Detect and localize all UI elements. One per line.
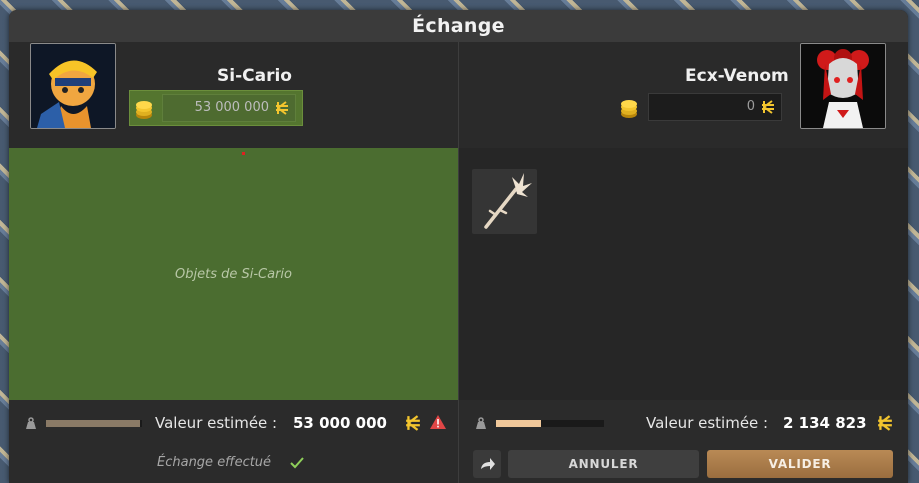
item-slot[interactable]: [472, 169, 537, 234]
warning-icon[interactable]: [429, 414, 447, 430]
right-estimated-label: Valeur estimée :: [646, 414, 769, 432]
share-arrow-icon: [481, 458, 495, 470]
right-player-name: Ecx-Venom: [685, 66, 789, 86]
left-footer: Valeur estimée : 53 000 000 Échange effe…: [9, 400, 458, 483]
left-kamas-value: 53 000 000: [194, 100, 269, 115]
kama-symbol-icon: [878, 415, 892, 431]
left-player-name: Si-Cario: [217, 66, 292, 86]
left-estimated-label: Valeur estimée :: [155, 414, 278, 432]
exchange-status-text: Échange effectué: [157, 455, 272, 470]
kama-symbol-icon: [276, 101, 288, 115]
validate-button[interactable]: VALIDER: [707, 450, 893, 478]
right-player-avatar: [800, 43, 886, 129]
staff-icon: [484, 173, 532, 229]
kamas-coins-icon: [136, 101, 152, 119]
weight-icon: [26, 417, 36, 429]
weight-icon: [476, 417, 486, 429]
cursor-marker: [242, 152, 245, 155]
check-icon: [290, 457, 304, 469]
kama-symbol-icon: [762, 100, 774, 114]
left-player-header: Si-Cario 53 000 000: [9, 42, 458, 148]
cancel-button[interactable]: ANNULER: [508, 450, 699, 478]
right-estimated-value: 2 134 823: [783, 414, 867, 432]
left-player-avatar: [30, 43, 116, 129]
exchange-window: Échange Si-Cario 53 000 000 Objets de Si…: [9, 10, 908, 483]
window-title: Échange: [9, 10, 908, 42]
right-footer: Valeur estimée : 2 134 823 ANNULER VALID…: [459, 400, 908, 483]
share-button[interactable]: [473, 450, 501, 478]
kama-symbol-icon: [406, 415, 420, 431]
left-pods-fill: [46, 420, 141, 427]
left-pods-bar: [46, 420, 142, 427]
right-kamas-input: 0: [648, 93, 782, 121]
right-player-panel: Ecx-Venom 0 Valeur estimée: 2 134 823 A…: [459, 42, 908, 483]
right-pods-fill: [496, 420, 542, 427]
left-estimated-value: 53 000 000: [293, 414, 387, 432]
right-items-area: [459, 148, 908, 400]
right-kamas-offer: 0: [619, 90, 795, 126]
right-kamas-value: 0: [746, 99, 755, 114]
right-player-header: Ecx-Venom 0: [459, 42, 908, 148]
left-items-area[interactable]: Objets de Si-Cario: [9, 148, 458, 400]
right-pods-bar: [496, 420, 604, 427]
left-player-panel: Si-Cario 53 000 000 Objets de Si-Cario V…: [9, 42, 458, 483]
left-kamas-offer: 53 000 000: [129, 90, 303, 126]
left-kamas-input[interactable]: 53 000 000: [162, 94, 296, 122]
left-items-empty-label: Objets de Si-Cario: [175, 267, 292, 282]
kamas-coins-icon: [621, 100, 637, 118]
